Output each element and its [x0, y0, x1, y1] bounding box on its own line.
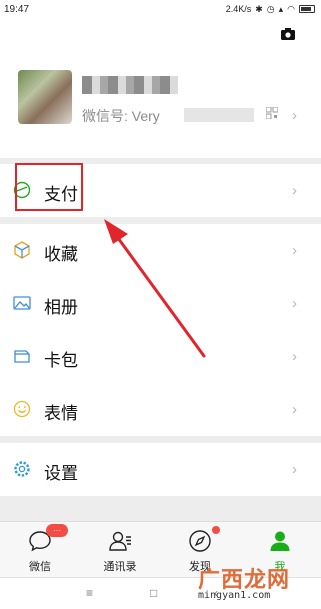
menu-item-stickers[interactable]: 表情 › [0, 383, 321, 436]
network-speed: 2.4K/s [225, 4, 252, 14]
chevron-right-icon: › [292, 348, 297, 365]
menu-item-cards[interactable]: 卡包 › [0, 330, 321, 383]
menu-label-album: 相册 [44, 298, 78, 317]
menu-label-settings: 设置 [44, 464, 78, 483]
menu-item-settings[interactable]: 设置 › [0, 443, 321, 496]
smiley-icon [13, 400, 31, 418]
camera-icon[interactable] [281, 28, 295, 40]
menu-item-favorites[interactable]: 收藏 › [0, 224, 321, 277]
person-icon [270, 531, 290, 551]
new-dot-badge [212, 526, 220, 534]
chevron-right-icon: › [292, 401, 297, 418]
menu-key-icon[interactable]: ≡ [86, 586, 93, 600]
cube-icon [14, 241, 30, 259]
status-time: 19:47 [4, 3, 30, 15]
menu-item-album[interactable]: 相册 › [0, 277, 321, 330]
alarm-icon: ◷ [266, 3, 275, 14]
menu-label-stickers: 表情 [44, 404, 78, 423]
chevron-right-icon: › [292, 461, 297, 478]
highlight-box [15, 163, 83, 211]
tab-label-contacts: 通讯录 [103, 561, 137, 573]
battery-icon [299, 5, 315, 13]
watermark-url: mingyan1.com [198, 590, 271, 601]
status-bar: 19:47 2.4K/s ✱ ◷ ▴ ◠ [0, 0, 321, 18]
menu-label-favorites: 收藏 [44, 245, 78, 264]
status-indicators: 2.4K/s ✱ ◷ ▴ ◠ [226, 4, 315, 15]
profile-header[interactable]: 微信号: Very › [0, 18, 321, 158]
chevron-right-icon: › [292, 242, 297, 259]
site-watermark: 广西龙网 mingyan1.com [198, 562, 318, 606]
compass-icon [189, 530, 211, 552]
menu-label-cards: 卡包 [44, 351, 78, 370]
unread-badge: ··· [46, 524, 68, 537]
tab-label-chats: 微信 [29, 561, 51, 573]
chevron-right-icon: › [292, 182, 297, 199]
home-key-icon[interactable]: □ [150, 586, 157, 600]
qr-code-icon[interactable] [266, 107, 278, 119]
chevron-right-icon: › [292, 295, 297, 312]
card-wallet-icon [14, 350, 30, 363]
picture-icon [13, 296, 31, 310]
gear-icon [14, 461, 30, 477]
tab-contacts[interactable]: 通讯录 [80, 522, 160, 578]
contacts-icon [109, 531, 131, 551]
avatar[interactable] [18, 70, 72, 124]
wifi-icon: ◠ [287, 3, 295, 14]
signal-icon: ▴ [278, 3, 284, 14]
tab-chats[interactable]: ··· 微信 [0, 522, 80, 578]
bluetooth-icon: ✱ [255, 3, 263, 14]
wechat-id: 微信号: Very [82, 108, 160, 124]
chevron-right-icon: › [292, 107, 297, 124]
wechat-id-redacted [184, 108, 254, 122]
nickname-redacted [82, 76, 178, 94]
